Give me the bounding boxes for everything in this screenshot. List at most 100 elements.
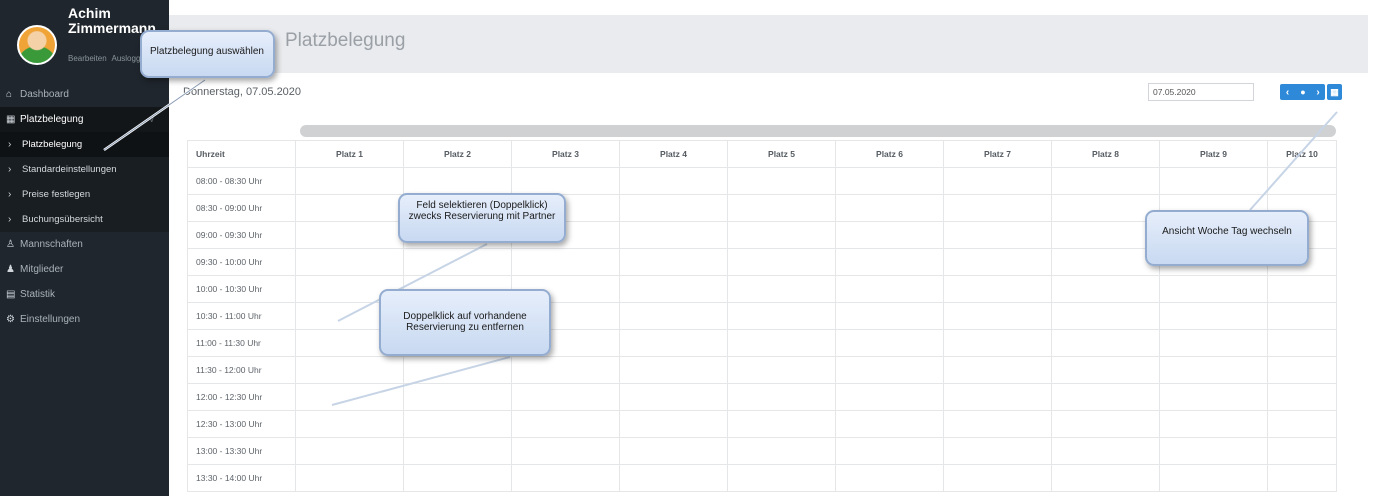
booking-cell[interactable] (943, 437, 1052, 465)
booking-cell[interactable] (619, 329, 728, 357)
booking-cell[interactable] (619, 356, 728, 384)
booking-cell[interactable] (727, 464, 836, 492)
booking-cell[interactable] (1159, 464, 1268, 492)
booking-cell[interactable] (943, 194, 1052, 222)
booking-cell[interactable] (403, 437, 512, 465)
booking-cell[interactable] (835, 383, 944, 411)
booking-cell[interactable] (727, 275, 836, 303)
booking-cell[interactable] (619, 167, 728, 195)
booking-cell[interactable] (403, 464, 512, 492)
booking-cell[interactable] (835, 437, 944, 465)
sidebar-subitem-preise[interactable]: › Preise festlegen (0, 182, 169, 207)
booking-cell[interactable] (619, 194, 728, 222)
sidebar-item-mannschaften[interactable]: ♙ Mannschaften (0, 232, 169, 257)
booking-cell[interactable] (943, 329, 1052, 357)
booking-cell[interactable] (1267, 302, 1337, 330)
horizontal-scrollbar[interactable] (300, 125, 1336, 137)
previous-day-button[interactable]: ‹ (1280, 84, 1295, 100)
booking-cell[interactable] (727, 221, 836, 249)
booking-cell[interactable] (619, 383, 728, 411)
booking-cell[interactable] (1267, 356, 1337, 384)
booking-cell[interactable] (295, 464, 404, 492)
booking-cell[interactable] (1267, 383, 1337, 411)
booking-cell[interactable] (835, 464, 944, 492)
booking-cell[interactable] (1267, 329, 1337, 357)
edit-profile-link[interactable]: Bearbeiten (68, 54, 107, 63)
booking-cell[interactable] (403, 383, 512, 411)
booking-cell[interactable] (403, 167, 512, 195)
booking-cell[interactable] (943, 383, 1052, 411)
booking-cell[interactable] (619, 437, 728, 465)
booking-cell[interactable] (511, 167, 620, 195)
booking-cell[interactable] (1051, 248, 1160, 276)
booking-cell[interactable] (943, 464, 1052, 492)
next-day-button[interactable]: › (1311, 84, 1325, 100)
booking-cell[interactable] (511, 356, 620, 384)
booking-cell[interactable] (835, 167, 944, 195)
booking-cell[interactable] (619, 221, 728, 249)
booking-cell[interactable] (943, 302, 1052, 330)
booking-cell[interactable] (1051, 329, 1160, 357)
avatar[interactable] (17, 25, 57, 65)
sidebar-item-dashboard[interactable]: ⌂ Dashboard (0, 82, 169, 107)
booking-cell[interactable] (835, 329, 944, 357)
booking-cell[interactable] (511, 410, 620, 438)
booking-cell[interactable] (295, 248, 404, 276)
booking-cell[interactable] (727, 302, 836, 330)
booking-cell[interactable] (1159, 410, 1268, 438)
booking-cell[interactable] (1159, 329, 1268, 357)
booking-cell[interactable] (943, 356, 1052, 384)
booking-cell[interactable] (1159, 356, 1268, 384)
booking-cell[interactable] (727, 248, 836, 276)
sidebar-item-platzbelegung[interactable]: ▦ Platzbelegung ∨ (0, 107, 169, 132)
booking-cell[interactable] (835, 356, 944, 384)
booking-cell[interactable] (943, 167, 1052, 195)
booking-cell[interactable] (511, 383, 620, 411)
booking-cell[interactable] (1159, 275, 1268, 303)
booking-cell[interactable] (1051, 302, 1160, 330)
sidebar-subitem-platzbelegung[interactable]: › Platzbelegung (0, 132, 169, 157)
booking-cell[interactable] (835, 248, 944, 276)
booking-cell[interactable] (943, 410, 1052, 438)
booking-cell[interactable] (1159, 383, 1268, 411)
booking-cell[interactable] (619, 464, 728, 492)
booking-cell[interactable] (403, 248, 512, 276)
booking-cell[interactable] (727, 194, 836, 222)
booking-cell[interactable] (1051, 356, 1160, 384)
booking-cell[interactable] (943, 221, 1052, 249)
booking-cell[interactable] (295, 167, 404, 195)
sidebar-subitem-standardeinstellungen[interactable]: › Standardeinstellungen (0, 157, 169, 182)
booking-cell[interactable] (295, 356, 404, 384)
booking-cell[interactable] (295, 410, 404, 438)
booking-cell[interactable] (295, 383, 404, 411)
booking-cell[interactable] (1267, 437, 1337, 465)
booking-cell[interactable] (835, 221, 944, 249)
booking-cell[interactable] (511, 248, 620, 276)
today-button[interactable]: ● (1295, 84, 1311, 100)
booking-cell[interactable] (835, 302, 944, 330)
sidebar-item-statistik[interactable]: ▤ Statistik (0, 282, 169, 307)
booking-cell[interactable] (1267, 464, 1337, 492)
date-input[interactable]: 07.05.2020 (1148, 83, 1254, 101)
booking-cell[interactable] (835, 194, 944, 222)
booking-cell[interactable] (619, 275, 728, 303)
booking-cell[interactable] (1051, 221, 1160, 249)
sidebar-item-mitglieder[interactable]: ♟ Mitglieder (0, 257, 169, 282)
booking-cell[interactable] (1267, 167, 1337, 195)
booking-cell[interactable] (511, 464, 620, 492)
booking-cell[interactable] (403, 410, 512, 438)
booking-cell[interactable] (727, 437, 836, 465)
booking-cell[interactable] (619, 410, 728, 438)
booking-cell[interactable] (943, 275, 1052, 303)
booking-cell[interactable] (727, 410, 836, 438)
booking-cell[interactable] (1159, 437, 1268, 465)
view-toggle-button[interactable]: ▦ (1327, 84, 1342, 100)
booking-cell[interactable] (1051, 464, 1160, 492)
booking-cell[interactable] (1051, 167, 1160, 195)
booking-cell[interactable] (1051, 275, 1160, 303)
booking-cell[interactable] (1051, 437, 1160, 465)
booking-cell[interactable] (619, 248, 728, 276)
booking-cell[interactable] (295, 437, 404, 465)
sidebar-subitem-buchungsuebersicht[interactable]: › Buchungsübersicht (0, 207, 169, 232)
booking-cell[interactable] (727, 356, 836, 384)
